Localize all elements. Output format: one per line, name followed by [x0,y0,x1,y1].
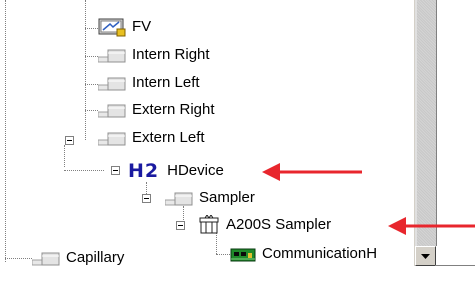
chevron-down-icon [421,253,430,259]
tree-item[interactable]: Capillary [31,245,126,271]
tree-guide-line [5,0,6,262]
tree-guide-line [85,110,98,111]
tree-guide-line [85,56,98,57]
green-board-icon [230,244,256,264]
device-tree: FV Intern Right Intern Left Extern Right… [0,0,414,295]
tree-item[interactable]: H2 HDevice [128,158,226,184]
tree-item[interactable]: Intern Right [97,42,212,68]
tree-item-label: Intern Right [132,46,210,63]
scrollbar-track[interactable] [415,0,437,246]
module-gray-icon [97,73,126,93]
sampler-device-icon [198,214,220,235]
collapse-toggle[interactable] [176,221,185,230]
tree-item-label: Extern Left [132,129,205,146]
annotation-arrow-icon [388,217,475,235]
tree-guide-line [64,170,104,171]
tree-item[interactable]: Extern Left [97,125,207,151]
tree-item[interactable]: CommunicationH [230,241,379,267]
collapse-toggle[interactable] [65,136,74,145]
tree-guide-line [5,258,32,259]
collapse-toggle[interactable] [142,194,151,203]
tree-item-label: Intern Left [132,74,200,91]
tree-item[interactable]: Sampler [164,185,257,211]
tree-item[interactable]: A200S Sampler [198,212,333,238]
tree-guide-line [216,254,230,255]
module-gray-icon [97,100,126,120]
module-gray-icon [31,248,60,268]
h2-icon: H2 [128,160,160,182]
tree-item-label: FV [132,18,152,35]
collapse-toggle[interactable] [111,166,120,175]
tree-item-label: HDevice [167,162,224,179]
fv-device-icon [98,17,126,37]
tree-item[interactable]: Intern Left [97,70,202,96]
divider [435,265,475,266]
tree-guide-line [85,28,98,29]
scroll-down-button[interactable] [415,246,436,266]
tree-guide-line [85,84,98,85]
tree-item[interactable]: FV [98,14,153,40]
tree-item[interactable]: Extern Right [97,97,217,123]
tree-guide-line [85,0,86,140]
tree-guide-line [64,145,65,167]
tree-item-label: Sampler [199,189,255,206]
tree-item-label: Capillary [66,249,125,266]
tree-item-label: Extern Right [132,101,215,118]
module-gray-icon [164,188,193,208]
tree-item-label: A200S Sampler [226,216,332,233]
module-gray-icon [97,45,126,65]
annotation-arrow-icon [262,163,362,181]
tree-item-label: CommunicationH [262,245,378,262]
module-gray-icon [97,128,126,148]
